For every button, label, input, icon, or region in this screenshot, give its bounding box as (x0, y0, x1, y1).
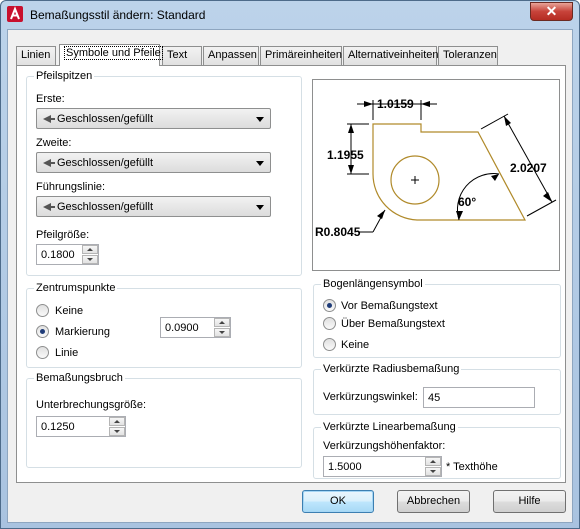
label-zentrum-keine: Keine (55, 305, 84, 317)
close-button[interactable]: ✕ (530, 2, 573, 21)
verkuerzungswinkel-input[interactable]: 45 (423, 387, 535, 408)
verkuerzungswinkel-value: 45 (428, 392, 441, 404)
label-bogen-vor: Vor Bemaßungstext (341, 300, 438, 312)
spin-down-button[interactable] (214, 328, 230, 337)
spin-down-button[interactable] (425, 467, 441, 476)
unterbrechungsgroesse-spinner[interactable]: 0.1250 (36, 416, 126, 437)
tab-alternativeinheiten[interactable]: Alternativeinheiten (343, 46, 439, 65)
select-fuehrungslinie-value: Geschlossen/gefüllt (57, 201, 153, 213)
pfeilgroesse-spinner[interactable]: 0.1800 (36, 244, 99, 265)
group-radiusbemassung: Verkürzte Radiusbemaßung Verkürzungswink… (313, 363, 561, 415)
spin-up-button[interactable] (214, 318, 230, 327)
dimension-preview: 1.0159 1.1955 2.0207 60° R0.8045 (312, 79, 560, 271)
group-bemassungsbruch: Bemaßungsbruch Unterbrechungsgröße: 0.12… (26, 372, 302, 468)
group-linearbemassung: Verkürzte Linearbemaßung Verkürzungshöhe… (313, 421, 561, 479)
select-zweite-value: Geschlossen/gefüllt (57, 157, 153, 169)
chevron-down-icon (256, 117, 264, 122)
arrowhead-icon (43, 115, 55, 123)
label-verkuerzungswinkel: Verkürzungswinkel: (323, 391, 418, 403)
tab-toleranzen[interactable]: Toleranzen (438, 46, 498, 65)
label-verkuerzungshoehenfaktor: Verkürzungshöhenfaktor: (323, 440, 446, 452)
preview-dim-top: 1.0159 (377, 97, 414, 111)
label-fuehrungslinie: Führungslinie: (36, 181, 106, 193)
tab-text[interactable]: Text (162, 46, 202, 65)
zentrum-groesse-spinner[interactable]: 0.0900 (160, 317, 231, 338)
tab-symbole-und-pfeile[interactable]: Symbole und Pfeile (59, 44, 163, 66)
spin-down-button[interactable] (109, 427, 125, 436)
label-zentrum-linie: Linie (55, 347, 79, 359)
arrowhead-icon (43, 203, 55, 211)
pfeilgroesse-value: 0.1800 (41, 249, 75, 261)
label-zweite: Zweite: (36, 137, 72, 149)
verkuerzungshoehenfaktor-spinner[interactable]: 1.5000 (323, 456, 442, 477)
radio-zentrum-keine[interactable] (36, 304, 49, 317)
spin-up-button[interactable] (109, 417, 125, 426)
label-bogen-keine: Keine (341, 339, 370, 351)
tab-panel: Pfeilspitzen Erste: Geschlossen/gefüllt … (16, 65, 566, 483)
group-title-radiusbemassung: Verkürzte Radiusbemaßung (321, 363, 462, 375)
group-title-bogenlaengensymbol: Bogenlängensymbol (321, 278, 425, 290)
label-texthoehe: * Texthöhe (446, 461, 498, 473)
chevron-down-icon (256, 161, 264, 166)
arrowhead-icon (43, 159, 55, 167)
unterbrechungsgroesse-value: 0.1250 (41, 421, 75, 433)
label-erste: Erste: (36, 93, 65, 105)
select-fuehrungslinie[interactable]: Geschlossen/gefüllt (36, 196, 271, 217)
tab-primaereinheiten[interactable]: Primäreinheiten (260, 46, 342, 65)
spin-down-button[interactable] (82, 255, 98, 264)
tab-linien[interactable]: Linien (16, 46, 56, 65)
spin-up-button[interactable] (82, 245, 98, 254)
radio-zentrum-markierung[interactable] (36, 325, 49, 338)
select-zweite[interactable]: Geschlossen/gefüllt (36, 152, 271, 173)
group-bogenlaengensymbol: Bogenlängensymbol Vor Bemaßungstext Über… (313, 278, 561, 358)
radio-bogen-keine[interactable] (323, 338, 336, 351)
group-title-linearbemassung: Verkürzte Linearbemaßung (321, 421, 458, 433)
label-unterbrechungsgroesse: Unterbrechungsgröße: (36, 399, 147, 411)
chevron-down-icon (256, 205, 264, 210)
select-erste[interactable]: Geschlossen/gefüllt (36, 108, 271, 129)
label-pfeilgroesse: Pfeilgröße: (36, 229, 90, 241)
autocad-icon (7, 6, 23, 22)
group-zentrumspunkte: Zentrumspunkte Keine Markierung Linie 0.… (26, 282, 302, 368)
group-pfeilspitzen: Pfeilspitzen Erste: Geschlossen/gefüllt … (26, 70, 302, 276)
radio-zentrum-linie[interactable] (36, 346, 49, 359)
ok-button[interactable]: OK (302, 490, 374, 513)
label-bogen-ueber: Über Bemaßungstext (341, 318, 445, 330)
preview-dim-left: 1.1955 (327, 148, 364, 162)
preview-dim-right: 2.0207 (510, 161, 547, 175)
zentrum-groesse-value: 0.0900 (165, 322, 199, 334)
preview-drawing: 1.0159 1.1955 2.0207 60° R0.8045 (315, 97, 557, 239)
select-erste-value: Geschlossen/gefüllt (57, 113, 153, 125)
preview-angle: 60° (458, 195, 476, 209)
group-title-pfeilspitzen: Pfeilspitzen (34, 70, 95, 82)
window-title: Bemaßungsstil ändern: Standard (30, 8, 206, 22)
group-title-zentrumspunkte: Zentrumspunkte (34, 282, 118, 294)
label-zentrum-markierung: Markierung (55, 326, 111, 338)
title-bar: Bemaßungsstil ändern: Standard ✕ (1, 1, 579, 29)
dialog-client: Linien Symbole und Pfeile Text Anpassen … (7, 29, 573, 523)
verkuerzungshoehenfaktor-value: 1.5000 (328, 461, 362, 473)
dialog-window: Bemaßungsstil ändern: Standard ✕ Linien … (0, 0, 580, 529)
help-button[interactable]: Hilfe (493, 490, 566, 513)
spin-up-button[interactable] (425, 457, 441, 466)
cancel-button[interactable]: Abbrechen (397, 490, 470, 513)
radio-bogen-vor[interactable] (323, 299, 336, 312)
preview-radius: R0.8045 (315, 225, 361, 239)
tab-anpassen[interactable]: Anpassen (203, 46, 259, 65)
group-title-bemassungsbruch: Bemaßungsbruch (34, 372, 125, 384)
radio-bogen-ueber[interactable] (323, 317, 336, 330)
